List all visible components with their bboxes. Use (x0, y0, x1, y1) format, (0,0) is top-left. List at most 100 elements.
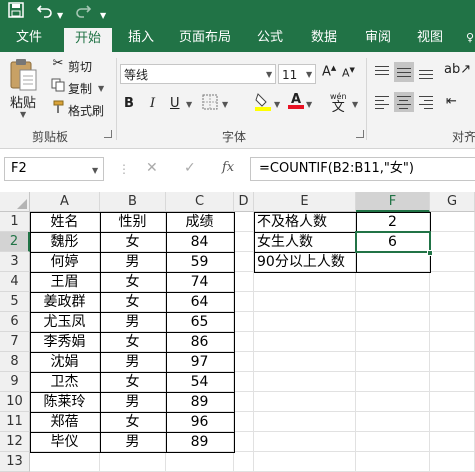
cell-g9[interactable] (430, 372, 475, 392)
phonetic-dropdown-icon[interactable]: ▼ (352, 100, 358, 109)
tab-review[interactable]: 审阅 (358, 26, 398, 52)
cell-d2[interactable] (234, 232, 254, 252)
row-header-6[interactable]: 6 (0, 312, 30, 332)
cell-e10[interactable] (254, 392, 356, 412)
font-color-icon[interactable]: A (288, 92, 304, 109)
cell-d6[interactable] (234, 312, 254, 332)
font-color-dropdown-icon[interactable]: ▼ (306, 100, 312, 109)
borders-dropdown-icon[interactable]: ▼ (222, 100, 228, 109)
cell-b13[interactable] (100, 452, 166, 472)
column-header-d[interactable]: D (234, 192, 254, 212)
indent-icon[interactable]: ⇤ (446, 94, 457, 109)
cell-g6[interactable] (430, 312, 475, 332)
cell-g2[interactable] (430, 232, 475, 252)
cell-e7[interactable] (254, 332, 356, 352)
tab-page-layout[interactable]: 页面布局 (172, 26, 238, 52)
row-header-4[interactable]: 4 (0, 272, 30, 292)
cell-e6[interactable] (254, 312, 356, 332)
row-header-3[interactable]: 3 (0, 252, 30, 272)
clipboard-launcher-icon[interactable] (104, 130, 112, 138)
underline-dropdown-icon[interactable]: ▼ (186, 100, 192, 109)
cell-g13[interactable] (430, 452, 475, 472)
cell-d7[interactable] (234, 332, 254, 352)
cell-g3[interactable] (430, 252, 475, 272)
column-header-c[interactable]: C (166, 192, 234, 212)
cell-f5[interactable] (356, 292, 430, 312)
cell-e8[interactable] (254, 352, 356, 372)
font-size-dropdown-icon[interactable]: ▼ (306, 70, 312, 79)
decrease-font-icon[interactable]: A▼ (342, 66, 355, 80)
phonetic-guide-button[interactable]: wén 文 (330, 92, 347, 115)
column-header-f[interactable]: F (356, 192, 430, 212)
font-name-box[interactable]: 等线 (120, 64, 276, 84)
column-header-g[interactable]: G (430, 192, 475, 212)
customize-qat-icon[interactable]: ▼ (100, 6, 106, 26)
format-painter-icon[interactable] (50, 100, 66, 118)
cell-g8[interactable] (430, 352, 475, 372)
format-painter-button[interactable]: 格式刷 (68, 102, 104, 119)
worksheet-grid[interactable]: A B C D E F G 1 姓名 性别 成绩 不及格人数 2 2 魏彤女 84 女生人数 6 3 何… (0, 192, 475, 472)
cell-f11[interactable] (356, 412, 430, 432)
cell-f10[interactable] (356, 392, 430, 412)
cell-d10[interactable] (234, 392, 254, 412)
tab-formulas[interactable]: 公式 (250, 26, 290, 52)
tab-insert[interactable]: 插入 (118, 26, 164, 52)
undo-dropdown-icon[interactable]: ▼ (57, 6, 63, 26)
tab-home[interactable]: 开始 (64, 28, 112, 52)
save-icon[interactable] (8, 2, 24, 23)
row-header-9[interactable]: 9 (0, 372, 30, 392)
tab-data[interactable]: 数据 (304, 26, 344, 52)
row-header-2[interactable]: 2 (0, 232, 30, 252)
align-right-icon[interactable] (416, 92, 436, 112)
font-name-dropdown-icon[interactable]: ▼ (266, 70, 272, 79)
copy-icon[interactable] (50, 78, 66, 96)
middle-align-icon[interactable] (394, 62, 414, 82)
tab-view[interactable]: 视图 (410, 26, 450, 52)
cell-c13[interactable] (166, 452, 234, 472)
cell-d3[interactable] (234, 252, 254, 272)
font-launcher-icon[interactable] (356, 130, 364, 138)
tab-file[interactable]: 文件 (6, 26, 52, 52)
tab-overflow-icon[interactable]: ♀ (464, 26, 475, 52)
cell-f6[interactable] (356, 312, 430, 332)
cell-e5[interactable] (254, 292, 356, 312)
orientation-icon[interactable]: ab↗ (444, 62, 471, 77)
align-center-icon[interactable] (394, 92, 414, 112)
cell-g5[interactable] (430, 292, 475, 312)
copy-dropdown-icon[interactable]: ▼ (98, 84, 104, 93)
cell-d8[interactable] (234, 352, 254, 372)
select-all-corner[interactable] (0, 192, 30, 212)
cell-f8[interactable] (356, 352, 430, 372)
paste-button[interactable]: 粘贴 (10, 92, 36, 111)
cell-d12[interactable] (234, 432, 254, 452)
cell-f12[interactable] (356, 432, 430, 452)
name-box[interactable]: F2 (4, 157, 104, 181)
cut-icon[interactable]: ✂ (50, 56, 66, 71)
cell-g12[interactable] (430, 432, 475, 452)
cell-e13[interactable] (254, 452, 356, 472)
cell-a13[interactable] (30, 452, 100, 472)
bold-button[interactable]: B (124, 96, 134, 111)
row-header-5[interactable]: 5 (0, 292, 30, 312)
italic-button[interactable]: I (150, 96, 155, 111)
cell-g11[interactable] (430, 412, 475, 432)
cell-g7[interactable] (430, 332, 475, 352)
cell-g1[interactable] (430, 212, 475, 232)
cut-button[interactable]: 剪切 (68, 58, 92, 75)
undo-icon[interactable] (36, 2, 54, 23)
cell-e12[interactable] (254, 432, 356, 452)
column-header-b[interactable]: B (100, 192, 166, 212)
cell-e9[interactable] (254, 372, 356, 392)
cell-g4[interactable] (430, 272, 475, 292)
insert-function-icon[interactable]: fx (222, 160, 234, 175)
cell-d4[interactable] (234, 272, 254, 292)
paste-dropdown-icon[interactable]: ▼ (20, 110, 26, 119)
fill-color-dropdown-icon[interactable]: ▼ (274, 100, 280, 109)
copy-button[interactable]: 复制 (68, 80, 92, 97)
cell-e4[interactable] (254, 272, 356, 292)
row-header-13[interactable]: 13 (0, 452, 30, 472)
enter-icon[interactable]: ✓ (184, 160, 196, 176)
column-header-a[interactable]: A (30, 192, 100, 212)
row-header-7[interactable]: 7 (0, 332, 30, 352)
cell-f13[interactable] (356, 452, 430, 472)
